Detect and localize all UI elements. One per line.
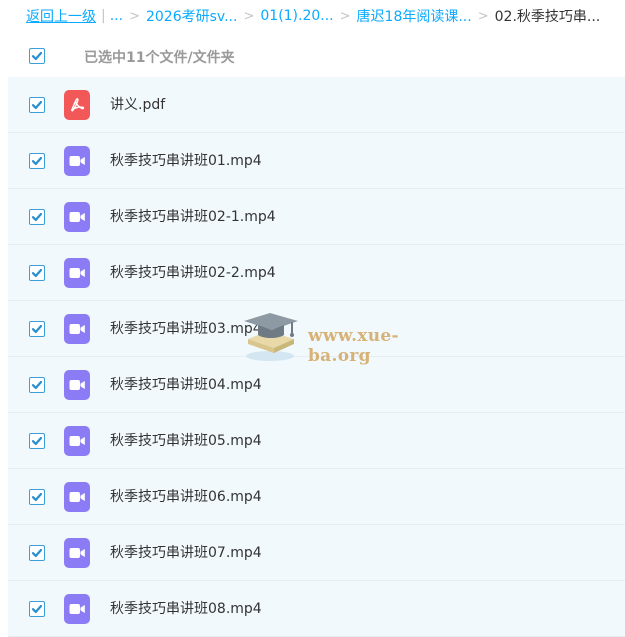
file-name[interactable]: 秋季技巧串讲班02-2.mp4 [110, 262, 276, 282]
video-file-icon [64, 482, 90, 512]
file-checkbox[interactable] [29, 209, 45, 225]
video-file-icon [64, 314, 90, 344]
file-row[interactable]: 秋季技巧串讲班02-1.mp4 [8, 189, 625, 245]
camera-icon [69, 156, 85, 166]
file-checkbox[interactable] [29, 433, 45, 449]
video-file-icon [64, 426, 90, 456]
breadcrumb-separator: > [129, 8, 140, 24]
file-checkbox[interactable] [29, 153, 45, 169]
check-icon [31, 212, 43, 222]
check-icon [31, 492, 43, 502]
check-icon [31, 436, 43, 446]
file-name[interactable]: 秋季技巧串讲班06.mp4 [110, 486, 262, 506]
video-file-icon [64, 146, 90, 176]
file-name[interactable]: 秋季技巧串讲班07.mp4 [110, 542, 262, 562]
breadcrumb-separator: > [477, 8, 489, 24]
file-row[interactable]: 讲义.pdf [8, 77, 625, 133]
video-file-icon [64, 258, 90, 288]
file-checkbox[interactable] [29, 265, 45, 281]
file-row[interactable]: 秋季技巧串讲班03.mp4 [8, 301, 625, 357]
check-icon [31, 51, 43, 61]
breadcrumb-divider: | [101, 8, 106, 24]
breadcrumb-item-3[interactable]: 唐迟18年阅读课... [357, 6, 472, 26]
file-name[interactable]: 秋季技巧串讲班03.mp4 [110, 318, 262, 338]
file-row[interactable]: 秋季技巧串讲班07.mp4 [8, 525, 625, 581]
check-icon [31, 268, 43, 278]
breadcrumb-ellipsis[interactable]: ... [110, 8, 123, 24]
file-name[interactable]: 秋季技巧串讲班05.mp4 [110, 430, 262, 450]
camera-icon [69, 492, 85, 502]
camera-icon [69, 268, 85, 278]
file-checkbox[interactable] [29, 601, 45, 617]
breadcrumb-separator: > [243, 8, 255, 24]
check-icon [31, 604, 43, 614]
video-file-icon [64, 538, 90, 568]
acrobat-icon [70, 98, 85, 112]
file-name[interactable]: 秋季技巧串讲班01.mp4 [110, 150, 262, 170]
file-checkbox[interactable] [29, 321, 45, 337]
breadcrumb-separator: > [339, 8, 351, 24]
file-row[interactable]: 秋季技巧串讲班04.mp4 [8, 357, 625, 413]
file-row[interactable]: 秋季技巧串讲班02-2.mp4 [8, 245, 625, 301]
video-file-icon [64, 594, 90, 624]
file-list: 讲义.pdf 秋季技巧串讲班01.mp4 秋季技巧串讲班02-1.mp4 秋季技… [8, 77, 625, 637]
back-link[interactable]: 返回上一级 [26, 6, 96, 26]
file-name[interactable]: 秋季技巧串讲班04.mp4 [110, 374, 262, 394]
breadcrumb-current: 02.秋季技巧串... [494, 9, 601, 25]
check-icon [31, 100, 43, 110]
file-checkbox[interactable] [29, 377, 45, 393]
camera-icon [69, 548, 85, 558]
breadcrumb: 返回上一级 | ... > 2026考研sv... > 01(1).20... … [26, 0, 625, 32]
camera-icon [69, 324, 85, 334]
file-row[interactable]: 秋季技巧串讲班01.mp4 [8, 133, 625, 189]
file-name[interactable]: 秋季技巧串讲班08.mp4 [110, 598, 262, 618]
select-all-checkbox[interactable] [29, 48, 45, 64]
check-icon [31, 324, 43, 334]
selection-summary: 已选中11个文件/文件夹 [84, 50, 235, 66]
check-icon [31, 156, 43, 166]
check-icon [31, 548, 43, 558]
file-name[interactable]: 讲义.pdf [110, 94, 165, 114]
file-checkbox[interactable] [29, 97, 45, 113]
pdf-file-icon [64, 90, 90, 120]
breadcrumb-item-2[interactable]: 01(1).20... [260, 8, 333, 24]
file-checkbox[interactable] [29, 489, 45, 505]
file-checkbox[interactable] [29, 545, 45, 561]
video-file-icon [64, 370, 90, 400]
video-file-icon [64, 202, 90, 232]
file-row[interactable]: 秋季技巧串讲班06.mp4 [8, 469, 625, 525]
camera-icon [69, 380, 85, 390]
selection-bar: 已选中11个文件/文件夹 [0, 36, 625, 76]
check-icon [31, 380, 43, 390]
camera-icon [69, 604, 85, 614]
file-row[interactable]: 秋季技巧串讲班05.mp4 [8, 413, 625, 469]
file-row[interactable]: 秋季技巧串讲班08.mp4 [8, 581, 625, 637]
breadcrumb-item-1[interactable]: 2026考研sv... [146, 6, 237, 26]
camera-icon [69, 212, 85, 222]
camera-icon [69, 436, 85, 446]
file-name[interactable]: 秋季技巧串讲班02-1.mp4 [110, 206, 276, 226]
